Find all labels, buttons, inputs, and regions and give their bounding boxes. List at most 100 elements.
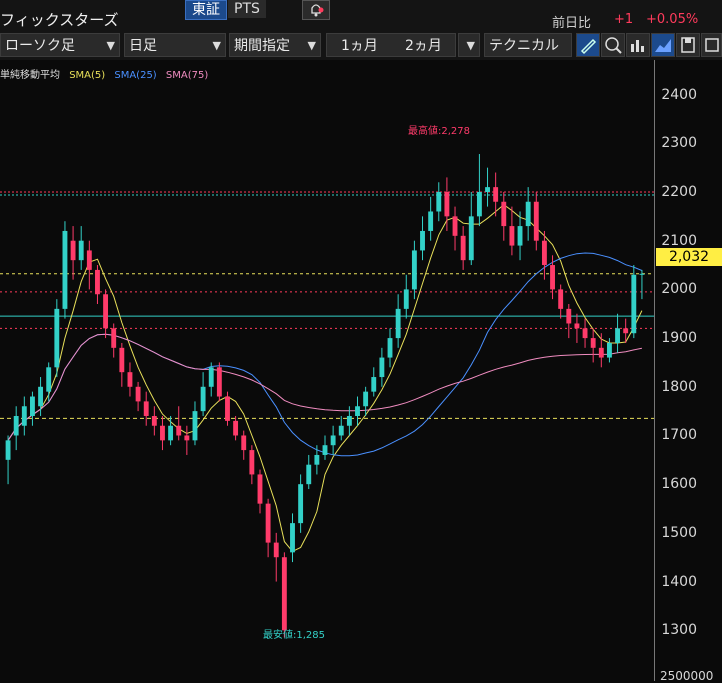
candle-body <box>509 226 515 246</box>
candle-body <box>192 411 198 441</box>
candle-body <box>111 328 117 348</box>
candle-body <box>5 440 11 460</box>
candle-body <box>338 425 344 436</box>
candle-body <box>306 464 312 485</box>
candle-body <box>273 542 279 558</box>
candle-body <box>225 396 230 421</box>
candle-body <box>355 406 360 416</box>
candle-body <box>30 396 35 416</box>
pen-icon[interactable] <box>576 33 600 57</box>
candle-body <box>363 391 369 407</box>
chevron-down-icon: ▼ <box>466 39 475 52</box>
candle-body <box>103 294 109 329</box>
axis-tick-label: 1900 <box>661 330 697 347</box>
axis-tick-label: 2200 <box>661 184 697 200</box>
candle-body <box>200 386 206 412</box>
candle-body <box>330 435 336 446</box>
price-axis: 2400 2300 2200 2100 2000 1900 1800 1700 1600 1500… <box>654 60 722 681</box>
candle-body <box>444 192 450 217</box>
period-label: 日足 <box>129 38 157 54</box>
candle-body <box>566 308 572 324</box>
candle-body <box>371 377 377 392</box>
candle-body <box>533 201 539 241</box>
chevron-down-icon: ▼ <box>212 39 221 52</box>
range-select[interactable]: 1ヵ月 2ヵ月 <box>326 33 456 57</box>
range-dropdown[interactable]: ▼ <box>458 33 480 57</box>
candle-body <box>62 230 68 309</box>
chart-type-label: ローソク足 <box>5 38 75 54</box>
candle-body <box>403 289 409 309</box>
sma25-line <box>7 252 643 457</box>
candle-body <box>485 187 490 192</box>
candle-body <box>38 386 44 407</box>
candle-body <box>574 323 580 329</box>
candle-body <box>13 416 19 436</box>
chart-toolbar: ローソク足 ▼ 日足 ▼ 期間指定 ▼ 1ヵ月 2ヵ月 ▼ テクニカル <box>0 32 722 60</box>
candle-body <box>639 273 645 275</box>
candle-body <box>460 235 466 261</box>
candle-body <box>387 338 393 358</box>
candle-body <box>468 216 474 261</box>
tab-pts[interactable]: PTS <box>228 0 266 18</box>
candle-body <box>298 484 304 524</box>
chart-type-select[interactable]: ローソク足 ▼ <box>0 33 120 57</box>
alert-bell-icon[interactable] <box>302 0 330 20</box>
prev-day-change: +1 <box>614 12 634 27</box>
candle-body <box>582 328 588 339</box>
candle-body <box>249 450 255 475</box>
prev-day-label: 前日比 <box>552 16 592 31</box>
period-select[interactable]: 日足 ▼ <box>124 33 226 57</box>
candle-body <box>541 240 547 266</box>
axis-tick-label: 2000 <box>661 281 697 298</box>
candle-body <box>590 338 596 348</box>
save-icon[interactable] <box>676 33 700 57</box>
ticker-name: フィックスターズ <box>0 11 119 29</box>
axis-tick-label: 1500 <box>661 524 697 541</box>
candle-body <box>21 406 27 426</box>
tab-tosho[interactable]: 東証 <box>185 0 227 20</box>
candle-body <box>233 420 239 436</box>
axis-tick-label: 1800 <box>661 378 697 395</box>
prev-day-pct: +0.05% <box>646 12 699 27</box>
candle-body <box>241 435 247 451</box>
zoom-icon[interactable] <box>601 33 625 57</box>
candle-body <box>623 328 629 334</box>
candle-body <box>86 250 92 270</box>
area-chart-icon[interactable] <box>651 33 675 57</box>
candle-body <box>281 557 287 631</box>
range-mode-label: 期間指定 <box>234 38 290 54</box>
axis-tick-label: 2400 <box>661 86 697 103</box>
range-1m[interactable]: 1ヵ月 <box>341 34 378 58</box>
candle-body <box>119 347 125 373</box>
candle-body <box>127 372 133 387</box>
axis-tick-label: 1400 <box>661 573 697 590</box>
range-mode-select[interactable]: 期間指定 ▼ <box>229 33 321 57</box>
settings-icon[interactable] <box>701 33 722 57</box>
candle-body <box>151 416 157 426</box>
technical-button[interactable]: テクニカル <box>484 33 572 57</box>
chevron-down-icon: ▼ <box>106 39 115 52</box>
candlestick-chart[interactable] <box>0 60 654 681</box>
candle-body <box>265 503 271 543</box>
candle-body <box>160 425 165 441</box>
candle-body <box>208 367 214 387</box>
candle-body <box>143 401 149 416</box>
technical-label: テクニカル <box>489 38 559 54</box>
candle-body <box>184 435 190 441</box>
range-2m[interactable]: 2ヵ月 <box>405 34 442 58</box>
candle-body <box>95 269 100 295</box>
volume-icon[interactable] <box>626 33 650 57</box>
candle-body <box>606 342 612 358</box>
candle-body <box>46 367 52 392</box>
candle-body <box>411 250 417 290</box>
candle-body <box>379 357 385 378</box>
header-bar: フィックスターズ 東証 PTS 前日比 +1 +0.05% <box>0 0 722 32</box>
axis-tick-label: 1600 <box>661 476 697 493</box>
candle-body <box>476 192 482 217</box>
low-price-annotation: 最安値:1,285 <box>263 630 325 641</box>
candle-body <box>395 308 401 339</box>
high-price-annotation: 最高値:2,278 <box>408 126 470 137</box>
candle-body <box>493 187 499 202</box>
candle-body <box>525 201 531 227</box>
candle-body <box>558 289 564 309</box>
